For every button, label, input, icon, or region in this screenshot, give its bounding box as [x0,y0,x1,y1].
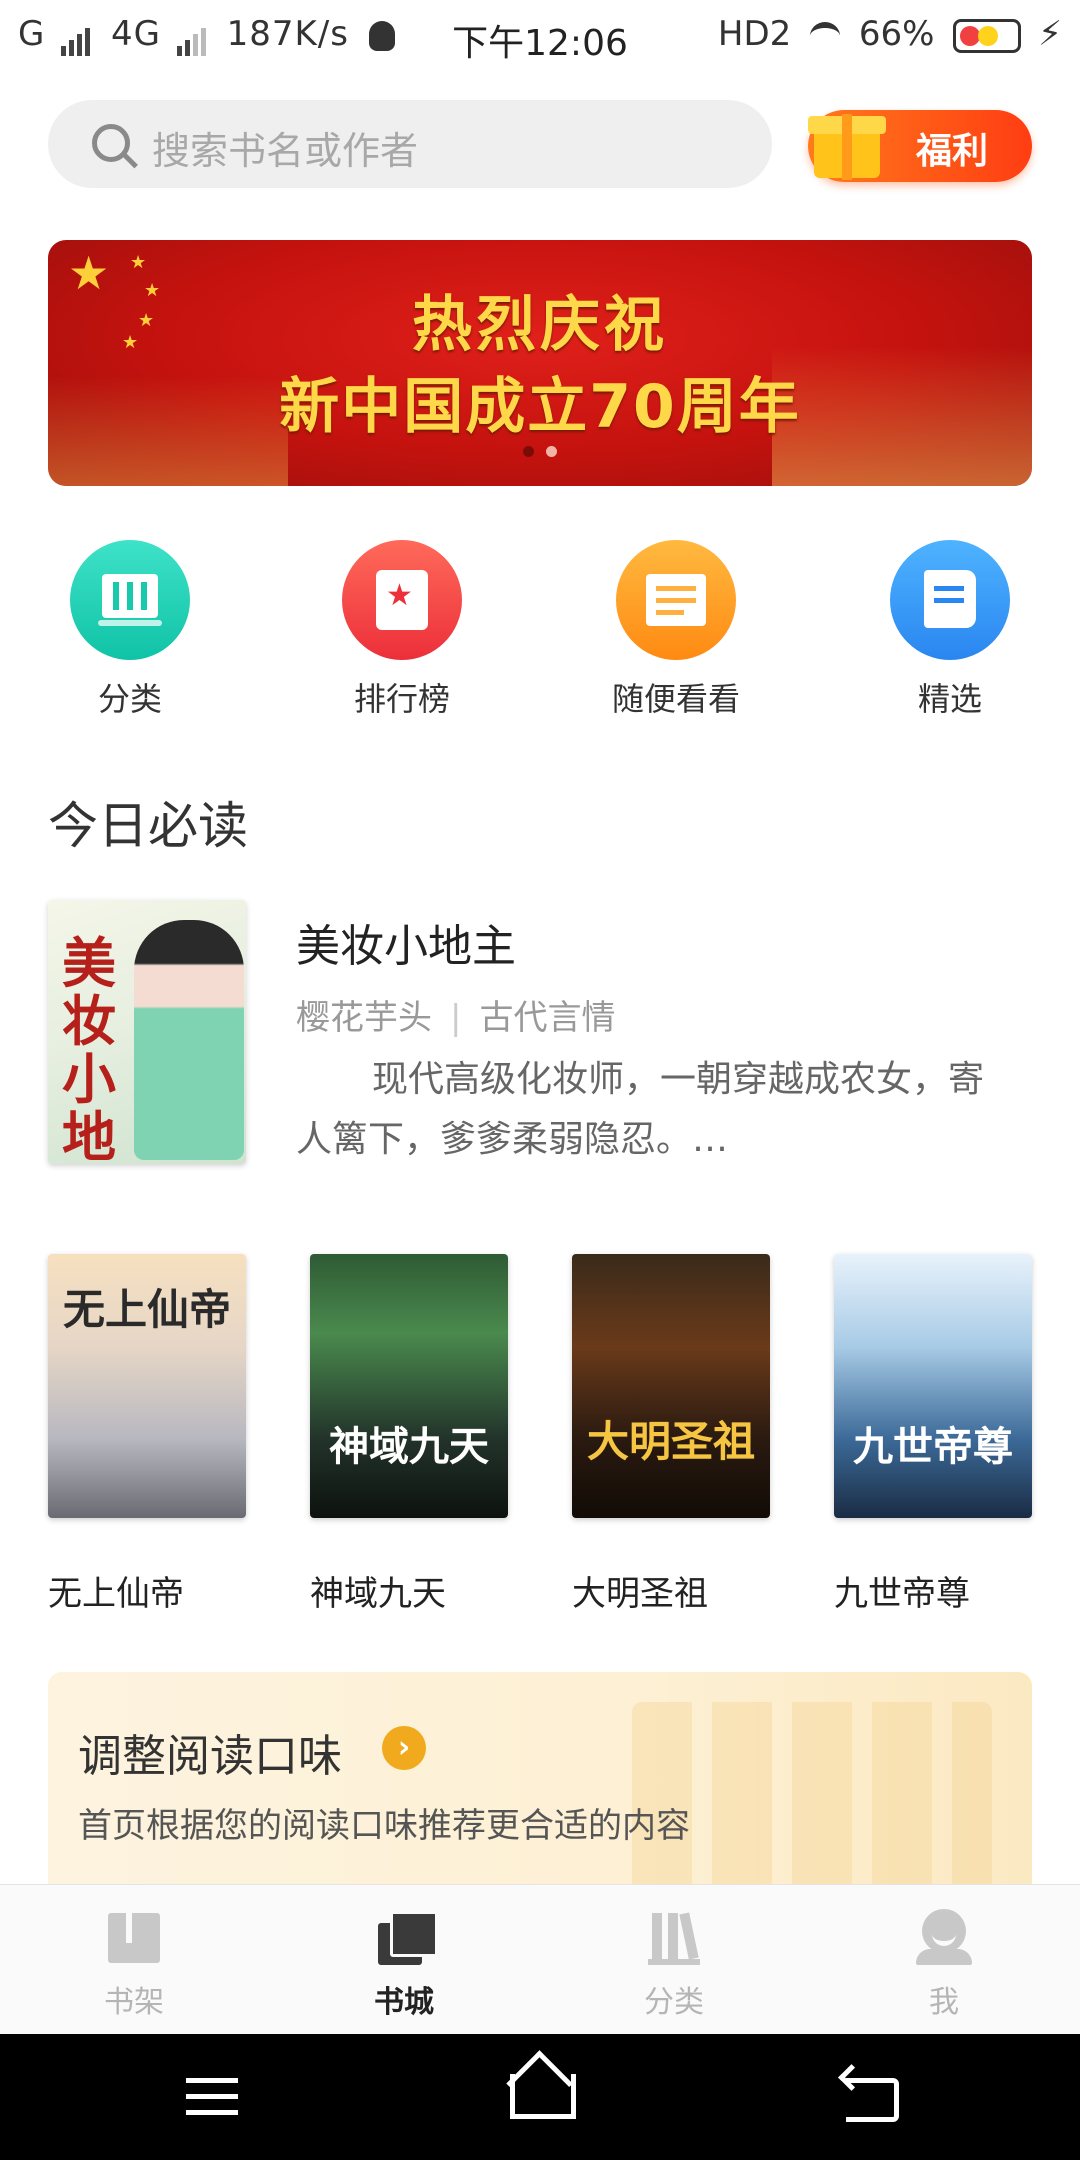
book-card[interactable]: 九世帝尊 九世帝尊 [834,1254,1032,1615]
welfare-button[interactable]: 福利 [808,110,1032,182]
status-right: HD2 66% ⚡ [718,14,1062,54]
tab-label: 分类 [644,1985,704,2020]
section-title-today: 今日必读 [48,797,248,855]
charging-icon: ⚡ [1038,14,1062,54]
hd-label: HD2 [717,14,792,54]
search-bar[interactable]: 搜索书名或作者 [48,100,772,188]
book-cover: 九世帝尊 [834,1254,1032,1518]
home-icon[interactable] [506,2050,576,2128]
category-icon [646,1909,702,1965]
tab-bookstore[interactable]: 书城 [304,1909,504,2021]
menu-icon[interactable] [180,2064,244,2128]
profile-icon [916,1909,972,1965]
quick-nav-label: 精选 [917,680,982,718]
quick-nav-label: 排行榜 [353,680,450,718]
taste-title: 调整阅读口味 [78,1731,342,1782]
quick-nav-label: 分类 [97,680,162,718]
book-card[interactable]: 大明圣祖 大明圣祖 [572,1254,770,1615]
tab-label: 书架 [104,1985,164,2020]
book-title: 无上仙帝 [48,1574,184,1614]
tab-bookshelf[interactable]: 书架 [34,1909,234,2021]
quick-nav-random[interactable]: 随便看看 [576,540,776,720]
banner-line1: 热烈庆祝 [412,290,668,360]
featured-book-author: 樱花芋头 [296,998,432,1038]
book-cover: 大明圣祖 [572,1254,770,1518]
book-card[interactable]: 神域九天 神域九天 [310,1254,508,1615]
cover-illustration [134,920,244,1160]
system-nav-bar [0,2034,1080,2160]
featured-book-cover[interactable]: 美妆小地主 [48,900,246,1164]
bottom-tab-bar: 书架 书城 分类 我 [0,1884,1080,2035]
quick-nav-category[interactable]: 分类 [30,540,230,720]
battery-percent: 66% [858,14,935,54]
book-cover-title: 无上仙帝 [62,1285,231,1334]
ranking-icon: ★ [342,540,462,660]
quick-nav-ranking[interactable]: ★ 排行榜 [302,540,502,720]
search-placeholder: 搜索书名或作者 [152,129,419,173]
random-book-icon [616,540,736,660]
tab-category[interactable]: 分类 [574,1909,774,2021]
book-cover-title: 大明圣祖 [586,1417,755,1466]
books-icon [70,540,190,660]
book-title: 九世帝尊 [834,1574,970,1614]
book-cover: 无上仙帝 [48,1254,246,1518]
featured-book-genre: 古代言情 [479,998,616,1038]
book-cover: 神域九天 [310,1254,508,1518]
book-cover-title: 九世帝尊 [853,1423,1013,1470]
wifi-icon [810,21,841,50]
gift-icon [800,100,892,184]
pager-dot-active [523,446,534,457]
book-cover-title: 神域九天 [329,1423,489,1470]
featured-book-meta: 樱花芋头 | 古代言情 [296,990,615,1039]
bookshelf-icon [106,1909,162,1965]
quick-nav-label: 随便看看 [611,680,740,718]
taste-subtitle: 首页根据您的阅读口味推荐更合适的内容 [78,1806,690,1846]
banner-pager [48,442,1032,461]
book-illustration [632,1702,992,1892]
reading-taste-card[interactable]: 调整阅读口味 › 首页根据您的阅读口味推荐更合适的内容 [48,1672,1032,1892]
banner-line2: 新中国成立70周年 [279,372,801,442]
small-star-icon: ★ [130,252,147,273]
featured-book-description[interactable]: 现代高级化妆师，一朝穿越成农女，寄人篱下，爹爹柔弱隐忍。… [296,1050,1006,1170]
back-icon[interactable] [838,2064,904,2128]
book-title: 大明圣祖 [572,1574,708,1614]
status-bar: G 4G 187K/s 下午12:06 HD2 66% ⚡ [0,0,1080,74]
promo-banner[interactable]: ★ ★ ★ ★ ★ 热烈庆祝 新中国成立70周年 [48,240,1032,486]
chevron-right-icon[interactable]: › [382,1726,426,1770]
cover-title: 美妆小地主 [62,931,116,1164]
featured-book-icon [890,540,1010,660]
tab-label: 书城 [374,1985,434,2020]
featured-book-title[interactable]: 美妆小地主 [296,910,516,974]
book-card[interactable]: 无上仙帝 无上仙帝 [48,1254,246,1615]
book-title: 神域九天 [310,1574,446,1614]
tab-label: 我 [929,1985,959,2020]
quick-nav-featured[interactable]: 精选 [850,540,1050,720]
bookstore-icon [376,1909,438,1965]
tab-profile[interactable]: 我 [844,1909,1044,2021]
meta-separator: | [450,998,462,1038]
search-icon [92,124,130,162]
battery-icon [953,18,1022,53]
pager-dot [546,446,557,457]
welfare-label: 福利 [916,131,989,172]
